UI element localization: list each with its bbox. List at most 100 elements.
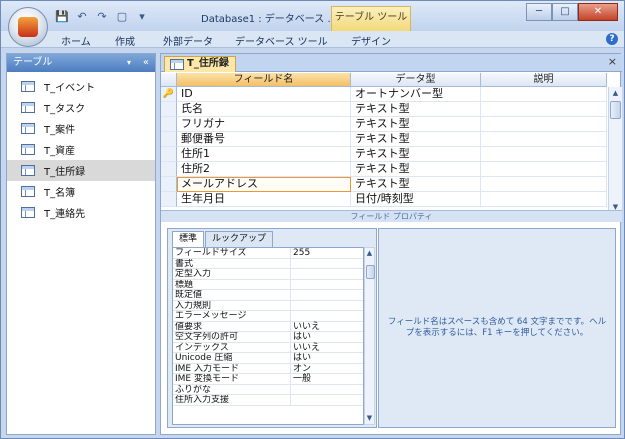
data-type-cell[interactable]: テキスト型 bbox=[351, 117, 481, 132]
office-button[interactable] bbox=[8, 7, 48, 47]
document-close-icon[interactable]: × bbox=[608, 55, 617, 68]
tab-home[interactable]: ホーム bbox=[61, 33, 91, 48]
tab-database-tools[interactable]: データベース ツール bbox=[235, 33, 328, 48]
save-icon[interactable]: 💾 bbox=[55, 10, 69, 24]
grid-scrollbar[interactable]: ▲ ▼ bbox=[608, 87, 622, 214]
scroll-up-icon[interactable]: ▲ bbox=[609, 87, 622, 100]
box-icon[interactable]: ▢ bbox=[115, 10, 129, 24]
field-name-cell[interactable]: 郵便番号 bbox=[177, 132, 351, 147]
field-row[interactable]: 住所1 テキスト型 bbox=[161, 147, 607, 162]
property-row[interactable]: ふりがな bbox=[173, 384, 363, 395]
property-value[interactable] bbox=[291, 269, 363, 279]
row-selector[interactable] bbox=[161, 192, 177, 207]
field-name-cell[interactable]: 生年月日 bbox=[177, 192, 351, 207]
data-type-cell[interactable]: テキスト型 bbox=[351, 162, 481, 177]
property-value[interactable] bbox=[291, 290, 363, 300]
row-selector[interactable] bbox=[161, 132, 177, 147]
nav-item-t-event[interactable]: T_イベント bbox=[7, 76, 155, 97]
property-row[interactable]: 空文字列の許可 はい bbox=[173, 332, 363, 343]
row-selector[interactable]: 🔑 bbox=[161, 87, 177, 102]
property-row[interactable]: エラーメッセージ bbox=[173, 311, 363, 322]
property-value[interactable]: 一般 bbox=[291, 374, 363, 384]
nav-item-t-renrakusaki[interactable]: T_連絡先 bbox=[7, 202, 155, 223]
description-cell[interactable] bbox=[481, 177, 607, 192]
tab-general[interactable]: 標準 bbox=[172, 231, 205, 248]
tab-lookup[interactable]: ルックアップ bbox=[205, 231, 274, 247]
property-value[interactable] bbox=[291, 385, 363, 395]
nav-collapse-icon[interactable]: « bbox=[143, 54, 149, 72]
tab-external-data[interactable]: 外部データ bbox=[163, 33, 213, 48]
scroll-up-icon[interactable]: ▲ bbox=[365, 248, 374, 259]
property-value[interactable] bbox=[291, 259, 363, 269]
minimize-button[interactable]: ─ bbox=[526, 3, 552, 21]
maximize-button[interactable]: □ bbox=[552, 3, 578, 21]
data-type-cell[interactable]: テキスト型 bbox=[351, 147, 481, 162]
property-row[interactable]: IME 変換モード 一般 bbox=[173, 374, 363, 385]
description-cell[interactable] bbox=[481, 102, 607, 117]
description-cell[interactable] bbox=[481, 162, 607, 177]
property-row[interactable]: 定型入力 bbox=[173, 269, 363, 280]
description-cell[interactable] bbox=[481, 192, 607, 207]
property-row[interactable]: 標題 bbox=[173, 279, 363, 290]
description-cell[interactable] bbox=[481, 117, 607, 132]
property-row[interactable]: 入力規則 bbox=[173, 300, 363, 311]
field-row[interactable]: 🔑 ID オートナンバー型 bbox=[161, 87, 607, 102]
column-header-description[interactable]: 説明 bbox=[481, 73, 607, 87]
data-type-cell[interactable]: テキスト型 bbox=[351, 102, 481, 117]
properties-scrollbar[interactable]: ▲ ▼ bbox=[364, 247, 375, 425]
data-type-cell[interactable]: テキスト型 bbox=[351, 177, 481, 192]
property-row[interactable]: 値要求 いいえ bbox=[173, 321, 363, 332]
data-type-cell[interactable]: 日付/時刻型 bbox=[351, 192, 481, 207]
property-value[interactable] bbox=[291, 395, 363, 405]
nav-dropdown-icon[interactable]: ▾ bbox=[127, 54, 131, 72]
scroll-thumb[interactable] bbox=[366, 265, 375, 279]
nav-item-t-jushoroku[interactable]: T_住所録 bbox=[7, 160, 155, 181]
customize-qat-icon[interactable]: ▾ bbox=[135, 10, 149, 24]
row-selector[interactable] bbox=[161, 177, 177, 192]
column-header-data-type[interactable]: データ型 bbox=[351, 73, 481, 87]
field-row[interactable]: フリガナ テキスト型 bbox=[161, 117, 607, 132]
redo-icon[interactable]: ↷ bbox=[95, 10, 109, 24]
field-name-cell[interactable]: 住所1 bbox=[177, 147, 351, 162]
nav-item-t-shisan[interactable]: T_資産 bbox=[7, 139, 155, 160]
scroll-thumb[interactable] bbox=[610, 101, 621, 119]
help-icon[interactable]: ? bbox=[606, 33, 618, 45]
row-selector[interactable] bbox=[161, 117, 177, 132]
field-name-cell[interactable]: 住所2 bbox=[177, 162, 351, 177]
description-cell[interactable] bbox=[481, 87, 607, 102]
field-name-cell[interactable]: フリガナ bbox=[177, 117, 351, 132]
property-value[interactable]: いいえ bbox=[291, 322, 363, 332]
property-row[interactable]: 書式 bbox=[173, 258, 363, 269]
property-value[interactable]: オン bbox=[291, 364, 363, 374]
field-row[interactable]: メールアドレス テキスト型 bbox=[161, 177, 607, 192]
property-row[interactable]: 住所入力支援 bbox=[173, 395, 363, 406]
property-value[interactable] bbox=[291, 311, 363, 321]
scroll-down-icon[interactable]: ▼ bbox=[365, 413, 374, 424]
property-row[interactable]: フィールドサイズ 255 bbox=[173, 248, 363, 259]
nav-item-t-task[interactable]: T_タスク bbox=[7, 97, 155, 118]
property-value[interactable]: 255 bbox=[291, 248, 363, 258]
property-row[interactable]: インデックス いいえ bbox=[173, 342, 363, 353]
tab-create[interactable]: 作成 bbox=[115, 33, 135, 48]
property-value[interactable]: はい bbox=[291, 332, 363, 342]
nav-header[interactable]: テーブル ▾ « bbox=[7, 54, 155, 72]
field-row[interactable]: 郵便番号 テキスト型 bbox=[161, 132, 607, 147]
close-button[interactable]: ✕ bbox=[578, 3, 618, 21]
property-row[interactable]: IME 入力モード オン bbox=[173, 363, 363, 374]
data-type-cell[interactable]: テキスト型 bbox=[351, 132, 481, 147]
field-row[interactable]: 住所2 テキスト型 bbox=[161, 162, 607, 177]
property-value[interactable]: はい bbox=[291, 353, 363, 363]
undo-icon[interactable]: ↶ bbox=[75, 10, 89, 24]
description-cell[interactable] bbox=[481, 132, 607, 147]
field-name-cell[interactable]: ID bbox=[177, 87, 351, 102]
nav-item-t-anken[interactable]: T_案件 bbox=[7, 118, 155, 139]
property-row[interactable]: Unicode 圧縮 はい bbox=[173, 353, 363, 364]
data-type-cell[interactable]: オートナンバー型 bbox=[351, 87, 481, 102]
property-row[interactable]: 既定値 bbox=[173, 290, 363, 301]
document-tab[interactable]: T_住所録 bbox=[164, 56, 236, 72]
field-name-cell[interactable]: 氏名 bbox=[177, 102, 351, 117]
field-name-cell[interactable]: メールアドレス bbox=[177, 177, 351, 192]
row-selector[interactable] bbox=[161, 147, 177, 162]
column-header-field-name[interactable]: フィールド名 bbox=[177, 73, 351, 87]
property-value[interactable]: いいえ bbox=[291, 343, 363, 353]
